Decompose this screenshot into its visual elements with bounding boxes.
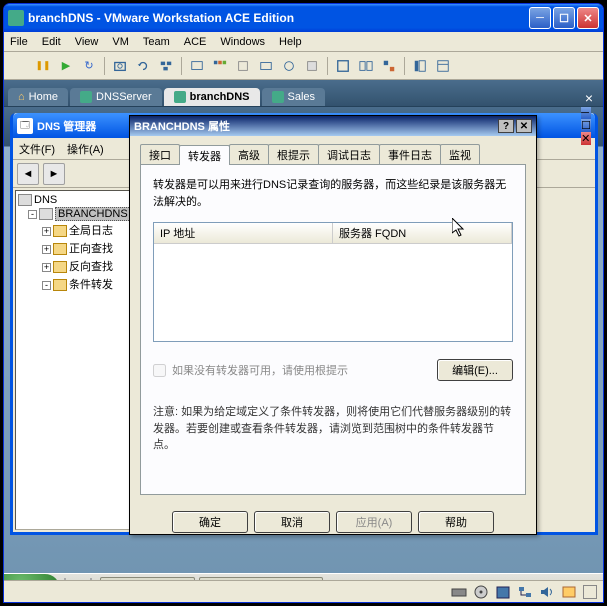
tab-sales[interactable]: Sales — [262, 88, 326, 106]
snapshot-manager-icon[interactable] — [156, 56, 176, 76]
revert-icon[interactable] — [133, 56, 153, 76]
edit-button[interactable]: 编辑(E)... — [437, 359, 513, 381]
col-fqdn[interactable]: 服务器 FQDN — [333, 223, 512, 243]
mmc-menu-action[interactable]: 操作(A) — [67, 141, 104, 157]
forwarders-description: 转发器是可以用来进行DNS记录查询的服务器，而这些纪录是该服务器无法解决的。 — [153, 177, 513, 210]
grip-icon — [583, 585, 597, 599]
unity-icon[interactable] — [379, 56, 399, 76]
forwarders-list[interactable]: IP 地址 服务器 FQDN — [153, 222, 513, 342]
power-on-icon[interactable] — [56, 56, 76, 76]
mmc-maximize-button[interactable]: ☐ — [581, 119, 591, 132]
menu-ace[interactable]: ACE — [184, 36, 207, 48]
menu-help[interactable]: Help — [279, 36, 302, 48]
vm-icon — [272, 91, 284, 103]
menu-file[interactable]: File — [10, 36, 28, 48]
folder-icon — [53, 279, 67, 291]
tree-node-conditional[interactable]: -条件转发 — [18, 275, 128, 293]
toolbar-icon[interactable] — [210, 56, 230, 76]
summary-icon[interactable] — [433, 56, 453, 76]
tree-node-global-log[interactable]: +全局日志 — [18, 221, 128, 239]
mmc-close-button[interactable]: ✕ — [581, 132, 591, 145]
cd-icon[interactable] — [473, 585, 489, 599]
hdd-icon[interactable] — [451, 585, 467, 599]
mmc-menu-file[interactable]: 文件(F) — [19, 141, 55, 157]
fullscreen-icon[interactable] — [333, 56, 353, 76]
tab-home[interactable]: ⌂Home — [8, 88, 68, 106]
properties-dialog: BRANCHDNS 属性 ? ✕ 接口 转发器 高级 根提示 调试日志 事件日志… — [129, 115, 537, 535]
tab-dnsserver[interactable]: DNSServer — [70, 88, 162, 106]
vmware-app-icon — [8, 10, 24, 26]
network-icon[interactable] — [517, 585, 533, 599]
tab-advanced[interactable]: 高级 — [229, 144, 269, 164]
help-button[interactable]: 帮助 — [418, 511, 494, 533]
toolbar-icon[interactable] — [279, 56, 299, 76]
log-icon — [53, 225, 67, 237]
message-icon[interactable] — [561, 585, 577, 599]
tab-root-hints[interactable]: 根提示 — [268, 144, 319, 164]
quick-switch-icon[interactable] — [356, 56, 376, 76]
use-root-hints-checkbox — [153, 364, 166, 377]
tab-interfaces[interactable]: 接口 — [140, 144, 180, 164]
ok-button[interactable]: 确定 — [172, 511, 248, 533]
dns-tree[interactable]: DNS -BRANCHDNS +全局日志 +正向查找 +反向查找 -条件转发 — [15, 190, 131, 530]
vmware-toolbar — [4, 52, 603, 80]
dns-app-icon: 🗔 — [17, 118, 33, 134]
power-off-icon[interactable] — [10, 56, 30, 76]
menu-team[interactable]: Team — [143, 36, 170, 48]
toolbar-icon[interactable] — [302, 56, 322, 76]
tab-branchdns[interactable]: branchDNS — [164, 88, 260, 106]
vm-icon — [80, 91, 92, 103]
snapshot-icon[interactable] — [110, 56, 130, 76]
suspend-icon[interactable] — [33, 56, 53, 76]
close-tab-button[interactable]: × — [579, 90, 599, 106]
vmware-title-text: branchDNS - VMware Workstation ACE Editi… — [28, 11, 529, 25]
tree-node-reverse[interactable]: +反向查找 — [18, 257, 128, 275]
toolbar-icon[interactable] — [233, 56, 253, 76]
vmware-vm-tabs: ⌂Home DNSServer branchDNS Sales × — [4, 80, 603, 106]
vm-icon — [174, 91, 186, 103]
sound-icon[interactable] — [539, 585, 555, 599]
menu-vm[interactable]: VM — [112, 36, 129, 48]
server-icon — [39, 208, 53, 220]
mmc-minimize-button[interactable]: ─ — [581, 107, 591, 119]
show-console-icon[interactable] — [187, 56, 207, 76]
vmware-maximize-button[interactable]: ☐ — [553, 7, 575, 29]
menu-view[interactable]: View — [75, 36, 99, 48]
menu-edit[interactable]: Edit — [42, 36, 61, 48]
col-ip[interactable]: IP 地址 — [154, 223, 333, 243]
apply-button[interactable]: 应用(A) — [336, 511, 412, 533]
floppy-icon[interactable] — [495, 585, 511, 599]
folder-icon — [53, 261, 67, 273]
tab-event-log[interactable]: 事件日志 — [379, 144, 441, 164]
back-icon[interactable]: ◄ — [17, 163, 39, 185]
properties-tabs: 接口 转发器 高级 根提示 调试日志 事件日志 监视 — [140, 144, 526, 165]
help-button[interactable]: ? — [498, 119, 514, 133]
reset-icon[interactable] — [79, 56, 99, 76]
toolbar-icon[interactable] — [256, 56, 276, 76]
vmware-minimize-button[interactable]: ─ — [529, 7, 551, 29]
properties-title: BRANCHDNS 属性 — [134, 118, 496, 134]
vmware-statusbar — [4, 580, 603, 602]
forward-icon[interactable]: ► — [43, 163, 65, 185]
cancel-button[interactable]: 取消 — [254, 511, 330, 533]
dns-icon — [18, 194, 32, 206]
vmware-menubar[interactable]: File Edit View VM Team ACE Windows Help — [4, 32, 603, 52]
tab-monitoring[interactable]: 监视 — [440, 144, 480, 164]
tab-debug-log[interactable]: 调试日志 — [318, 144, 380, 164]
folder-icon — [53, 243, 67, 255]
vmware-titlebar: branchDNS - VMware Workstation ACE Editi… — [4, 4, 603, 32]
forwarders-note: 注意: 如果为给定域定义了条件转发器，则将使用它们代替服务器级别的转发器。若要创… — [153, 404, 513, 454]
menu-windows[interactable]: Windows — [220, 36, 265, 48]
tab-forwarders[interactable]: 转发器 — [179, 145, 230, 165]
sidebar-icon[interactable] — [410, 56, 430, 76]
tree-node-forward[interactable]: +正向查找 — [18, 239, 128, 257]
tree-root[interactable]: DNS — [18, 193, 128, 207]
tree-server[interactable]: -BRANCHDNS — [18, 207, 128, 221]
checkbox-label: 如果没有转发器可用，请使用根提示 — [172, 362, 348, 378]
dialog-close-button[interactable]: ✕ — [516, 119, 532, 133]
vmware-close-button[interactable]: ✕ — [577, 7, 599, 29]
